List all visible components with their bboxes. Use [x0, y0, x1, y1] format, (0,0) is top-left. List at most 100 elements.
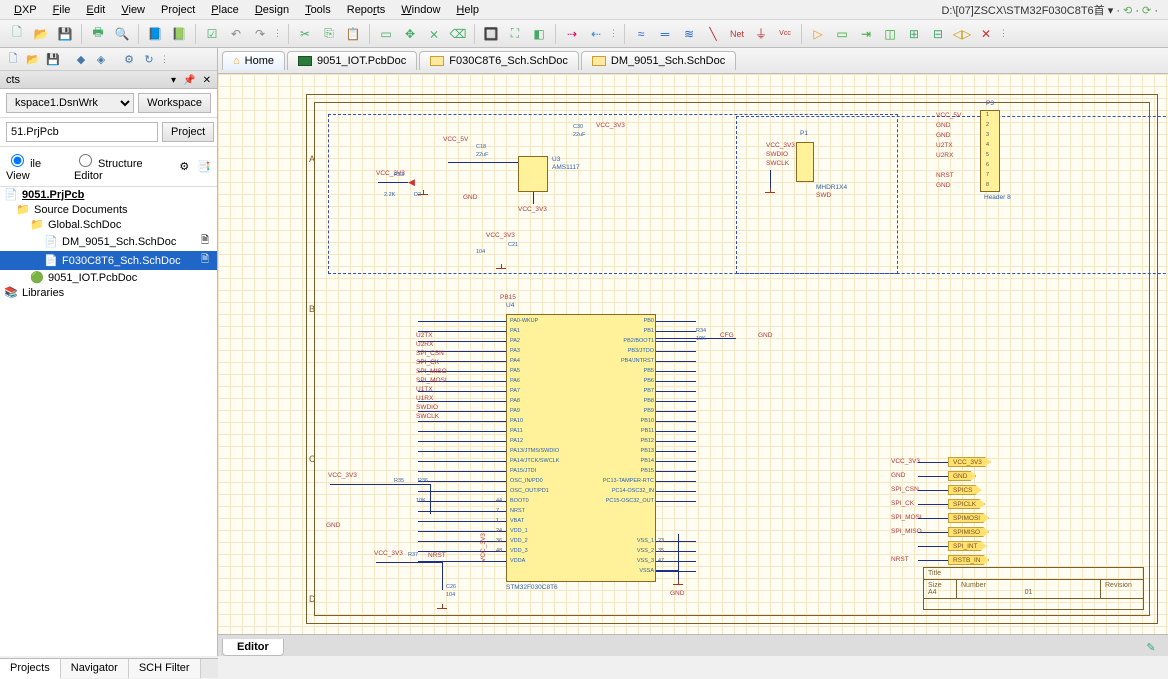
- header8-pin-num: 4: [986, 142, 989, 148]
- copy-icon[interactable]: ⎘: [318, 23, 340, 45]
- select-rect-icon[interactable]: ▭: [375, 23, 397, 45]
- tree-item[interactable]: 📚 Libraries: [0, 285, 217, 300]
- mcu-right-pin: PB0: [596, 318, 654, 324]
- menu-place[interactable]: Place: [203, 2, 247, 18]
- leftbar-open-icon[interactable]: 📂: [24, 50, 42, 68]
- menu-file[interactable]: File: [45, 2, 79, 18]
- bus-icon[interactable]: ═: [654, 23, 676, 45]
- doc-tab[interactable]: F030C8T6_Sch.SchDoc: [419, 51, 579, 70]
- leftbar-save-icon[interactable]: 💾: [44, 50, 62, 68]
- menu-dxp[interactable]: DXP: [6, 2, 45, 18]
- preview-icon[interactable]: 🔍: [111, 23, 133, 45]
- print-icon[interactable]: 🖶: [87, 23, 109, 45]
- wire-icon[interactable]: ≈: [630, 23, 652, 45]
- workspace-button[interactable]: Workspace: [138, 93, 211, 113]
- sheet-entry-icon[interactable]: ⇥: [855, 23, 877, 45]
- menu-bar: DXP File Edit View Project Place Design …: [0, 0, 1168, 20]
- tree-item[interactable]: 📁 Source Documents: [0, 202, 217, 217]
- zoom-region-icon[interactable]: 🔲: [480, 23, 502, 45]
- more2-icon[interactable]: ⋮: [609, 28, 619, 39]
- tab-home[interactable]: ⌂ Home: [222, 51, 285, 70]
- net-label-icon[interactable]: Net: [726, 23, 748, 45]
- part-icon[interactable]: ▷: [807, 23, 829, 45]
- leftbar-more-icon[interactable]: ⋮: [160, 54, 170, 65]
- project-name-input[interactable]: [6, 122, 158, 142]
- port-icon[interactable]: ◁▷: [951, 23, 973, 45]
- view-filter-icon[interactable]: 📑: [197, 160, 211, 173]
- cross-probe-icon[interactable]: ⇢: [561, 23, 583, 45]
- save-icon[interactable]: 💾: [54, 23, 76, 45]
- swd-part: MHDR1X4: [816, 184, 847, 191]
- menu-project[interactable]: Project: [153, 2, 203, 18]
- left-tab-schfilter[interactable]: SCH Filter: [129, 659, 201, 678]
- deselect-icon[interactable]: ⨯: [423, 23, 445, 45]
- undo-icon[interactable]: ↶: [225, 23, 247, 45]
- leftbar-options-icon[interactable]: ⚙: [120, 50, 138, 68]
- open-icon[interactable]: 📂: [30, 23, 52, 45]
- zoom-selected-icon[interactable]: ◧: [528, 23, 550, 45]
- noerc-icon[interactable]: ✕: [975, 23, 997, 45]
- mcu-right-pin: PB9: [596, 408, 654, 414]
- menu-window[interactable]: Window: [393, 2, 448, 18]
- schematic-canvas[interactable]: A B C D VCC_5V VCC_3V3 GND U3 AMS1117 C1…: [218, 74, 1168, 634]
- editor-config-icon[interactable]: ✎: [1142, 638, 1160, 656]
- tab-editor[interactable]: Editor: [222, 639, 284, 656]
- workspace-select[interactable]: kspace1.DsnWrk: [6, 93, 134, 113]
- menu-reports[interactable]: Reports: [339, 2, 394, 18]
- gnd-swd: [765, 188, 775, 196]
- cut-icon[interactable]: ✂: [294, 23, 316, 45]
- clear-icon[interactable]: ⌫: [447, 23, 469, 45]
- tree-item[interactable]: 🟢 9051_IOT.PcbDoc: [0, 270, 217, 285]
- project-tree[interactable]: 📄 9051.PrjPcb 📁 Source Documents 📁 Globa…: [0, 187, 217, 422]
- paste-icon[interactable]: 📋: [342, 23, 364, 45]
- sheet-symbol-icon[interactable]: ▭: [831, 23, 853, 45]
- gnd-reg: GND: [463, 194, 477, 201]
- tree-item[interactable]: 📄 F030C8T6_Sch.SchDoc 🗎: [0, 251, 217, 270]
- left-tab-projects[interactable]: Projects: [0, 659, 61, 679]
- doc-tab[interactable]: 9051_IOT.PcbDoc: [287, 51, 417, 70]
- project-button[interactable]: Project: [162, 122, 214, 142]
- device-sheet-icon[interactable]: ◫: [879, 23, 901, 45]
- tree-item[interactable]: 📄 DM_9051_Sch.SchDoc 🗎: [0, 232, 217, 251]
- redo-icon[interactable]: ↷: [249, 23, 271, 45]
- panel-pin-icon[interactable]: 📌: [183, 75, 195, 86]
- cross-select-icon[interactable]: ⇠: [585, 23, 607, 45]
- leftbar-new-icon[interactable]: 🗋: [4, 50, 22, 68]
- mcu-right-pin: PB4/JNTRST: [596, 358, 654, 364]
- signal-harness-icon[interactable]: ≋: [678, 23, 700, 45]
- header8-pin-num: 7: [986, 172, 989, 178]
- harness-entry-icon[interactable]: ⊟: [927, 23, 949, 45]
- menu-design[interactable]: Design: [247, 2, 297, 18]
- doc-tab[interactable]: DM_9051_Sch.SchDoc: [581, 51, 736, 70]
- new-icon[interactable]: 🗋: [6, 23, 28, 45]
- bus-entry-icon[interactable]: ╲: [702, 23, 724, 45]
- panel-dropdown-icon[interactable]: ▾: [171, 75, 176, 86]
- zoom-fit-icon[interactable]: ⛶: [504, 23, 526, 45]
- file-view-radio[interactable]: ile View: [6, 151, 66, 182]
- menu-view[interactable]: View: [113, 2, 153, 18]
- tree-item[interactable]: 📁 Global.SchDoc: [0, 217, 217, 232]
- libraries-icon[interactable]: 📗: [168, 23, 190, 45]
- power-port-icon[interactable]: ⏚: [750, 23, 772, 45]
- view-options-icon[interactable]: ⚙: [179, 160, 189, 173]
- checkbox-icon[interactable]: ☑: [201, 23, 223, 45]
- move-icon[interactable]: ✥: [399, 23, 421, 45]
- more3-icon[interactable]: ⋮: [999, 28, 1009, 39]
- menu-help[interactable]: Help: [448, 2, 487, 18]
- leftbar-compile-icon[interactable]: ◈: [92, 50, 110, 68]
- left-tab-navigator[interactable]: Navigator: [61, 659, 129, 678]
- leftbar-refresh-icon[interactable]: ↻: [140, 50, 158, 68]
- more-icon[interactable]: ⋮: [273, 28, 283, 39]
- menu-tools[interactable]: Tools: [297, 2, 339, 18]
- open-project-icon[interactable]: 📘: [144, 23, 166, 45]
- leftbar-hierarchy-icon[interactable]: ◆: [72, 50, 90, 68]
- vcc-port-icon[interactable]: Vcc: [774, 23, 796, 45]
- rst-vcc2: VCC_3V3: [374, 550, 403, 557]
- mcu-left-pin: PA1: [510, 328, 520, 334]
- tree-item[interactable]: 📄 9051.PrjPcb: [0, 187, 217, 202]
- harness-conn-icon[interactable]: ⊞: [903, 23, 925, 45]
- swd-pin1: VCC_3V3: [766, 142, 795, 149]
- menu-edit[interactable]: Edit: [78, 2, 113, 18]
- structure-editor-radio[interactable]: Structure Editor: [74, 151, 171, 182]
- panel-close-icon[interactable]: ✕: [203, 75, 211, 86]
